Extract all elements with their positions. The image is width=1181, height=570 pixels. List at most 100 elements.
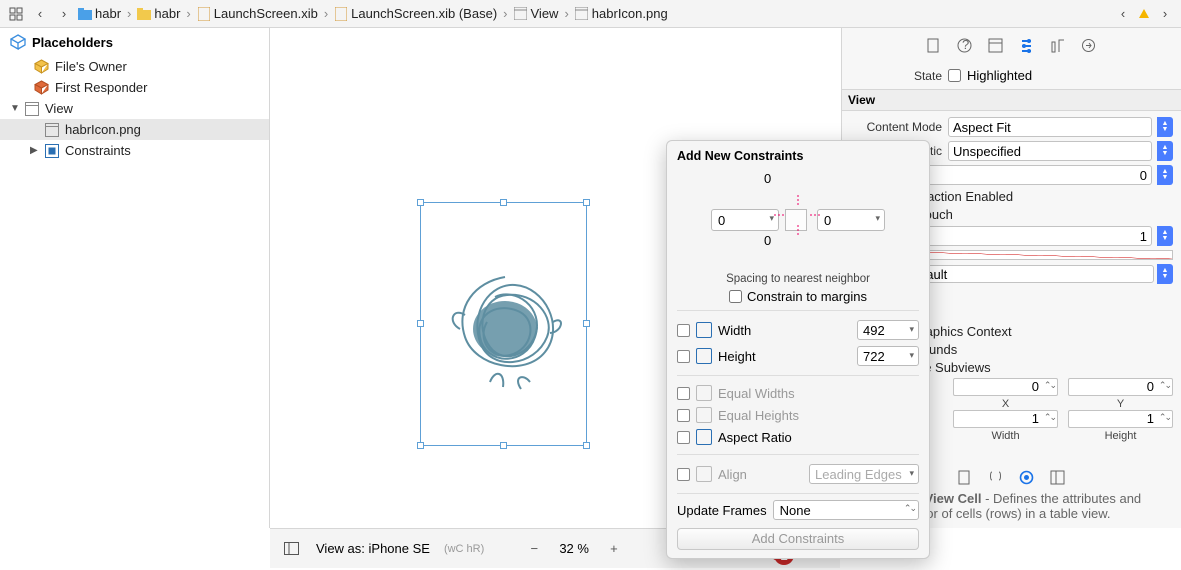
issues-prev-button[interactable]: ‹ [1113, 4, 1133, 24]
resize-handle[interactable] [417, 199, 424, 206]
height-checkbox[interactable] [677, 350, 690, 363]
image-label: habrIcon.png [65, 122, 141, 137]
zoom-out-button[interactable]: − [523, 538, 545, 560]
left-spacing-input[interactable]: 0 [711, 209, 779, 231]
aspect-ratio-row[interactable]: Aspect Ratio [677, 426, 919, 448]
issues-next-button[interactable]: › [1155, 4, 1175, 24]
y-field[interactable]: 0 [1068, 378, 1173, 396]
resize-handle[interactable] [583, 320, 590, 327]
align-icon [696, 466, 712, 482]
strut-top-icon [797, 195, 799, 205]
height-caption: Height [1105, 430, 1137, 442]
view-section-header: View [842, 89, 1181, 111]
constraints-label: Constraints [65, 143, 131, 158]
media-library-icon[interactable] [1050, 470, 1065, 488]
cube-icon [34, 80, 49, 95]
toggle-outline-icon[interactable] [280, 538, 302, 560]
file-template-icon[interactable] [958, 470, 972, 488]
aspect-ratio-label: Aspect Ratio [718, 430, 792, 445]
select-caret-icon[interactable]: ▲▼ [1157, 141, 1173, 161]
semantic-select[interactable]: Unspecified [948, 141, 1152, 161]
file-inspector-icon[interactable] [927, 38, 941, 56]
code-snippet-icon[interactable] [988, 470, 1003, 488]
width-value-input[interactable]: 492 [857, 320, 919, 340]
first-responder-label: First Responder [55, 80, 147, 95]
height-constraint-row[interactable]: Height 722 [677, 343, 919, 369]
equal-heights-row: Equal Heights [677, 404, 919, 426]
width-field[interactable]: 1 [953, 410, 1058, 428]
files-owner-row[interactable]: File's Owner [0, 56, 269, 77]
back-button[interactable]: ‹ [30, 4, 50, 24]
warning-icon[interactable] [1139, 9, 1149, 18]
crumb-3[interactable]: LaunchScreen.xib (Base) [334, 6, 497, 21]
left-value: 0 [718, 213, 725, 228]
resize-handle[interactable] [583, 442, 590, 449]
size-class-label: (wC hR) [444, 543, 484, 555]
select-caret-icon[interactable]: ▲▼ [1157, 117, 1173, 137]
aspect-ratio-checkbox[interactable] [677, 431, 690, 444]
size-inspector-icon[interactable] [1050, 38, 1065, 56]
grid-icon [9, 7, 23, 21]
width-checkbox[interactable] [677, 324, 690, 337]
height-icon [696, 348, 712, 364]
width-caption: Width [991, 430, 1019, 442]
zoom-in-button[interactable]: + [603, 538, 625, 560]
disclosure-icon[interactable]: ▶ [30, 145, 39, 156]
select-caret-icon[interactable]: ▲▼ [1157, 264, 1173, 284]
view-icon [514, 7, 528, 21]
resize-handle[interactable] [583, 199, 590, 206]
crumb-1[interactable]: habr [137, 6, 180, 21]
equal-heights-checkbox [677, 409, 690, 422]
first-responder-row[interactable]: First Responder [0, 77, 269, 98]
crumb-5[interactable]: habrIcon.png [575, 6, 668, 21]
image-row[interactable]: habrIcon.png [0, 119, 269, 140]
resize-handle[interactable] [500, 442, 507, 449]
stepper-icon[interactable]: ▲▼ [1157, 226, 1173, 246]
related-items-icon[interactable] [6, 4, 26, 24]
constrain-margins-checkbox[interactable] [729, 290, 742, 303]
connections-inspector-icon[interactable] [1081, 38, 1096, 56]
selected-view[interactable] [420, 202, 587, 446]
forward-button[interactable]: › [54, 4, 74, 24]
crumb-4[interactable]: View [514, 6, 559, 21]
tint-select[interactable]: Default [900, 265, 1154, 283]
bottom-spacing-input[interactable]: 0 [764, 233, 832, 248]
x-field[interactable]: 0 [953, 378, 1058, 396]
view-row[interactable]: ▼ View [0, 98, 269, 119]
help-inspector-icon[interactable]: ? [957, 38, 972, 56]
zoom-label[interactable]: 32 % [559, 541, 589, 556]
inspector-tabs: ? [850, 34, 1173, 64]
crumb-sep: › [186, 6, 190, 21]
update-frames-label: Update Frames [677, 503, 767, 518]
spacing-center-box [785, 209, 807, 231]
content-mode-select[interactable]: Aspect Fit [948, 117, 1152, 137]
crumb-2[interactable]: LaunchScreen.xib [197, 6, 318, 21]
identity-inspector-icon[interactable] [988, 38, 1003, 56]
state-label: State [850, 69, 942, 83]
popover-title: Add New Constraints [677, 149, 919, 163]
document-outline[interactable]: Placeholders File's Owner First Responde… [0, 28, 270, 528]
update-frames-select[interactable]: None [773, 500, 919, 520]
crumb-label: View [531, 6, 559, 21]
disclosure-icon[interactable]: ▼ [10, 103, 19, 114]
height-value: 1 [1147, 411, 1154, 426]
constraints-row[interactable]: ▶ Constraints [0, 140, 269, 161]
folder-icon [78, 7, 92, 21]
crumb-0[interactable]: habr [78, 6, 121, 21]
view-as-label[interactable]: View as: iPhone SE [316, 541, 430, 556]
right-spacing-input[interactable]: 0 [817, 209, 885, 231]
object-library-icon[interactable] [1019, 470, 1034, 488]
height-value-input[interactable]: 722 [857, 346, 919, 366]
width-constraint-row[interactable]: Width 492 [677, 317, 919, 343]
resize-handle[interactable] [500, 199, 507, 206]
resize-handle[interactable] [417, 320, 424, 327]
top-spacing-input[interactable]: 0 [764, 171, 832, 186]
crumb-sep: › [127, 6, 131, 21]
equal-widths-row: Equal Widths [677, 382, 919, 404]
attributes-inspector-icon[interactable] [1019, 38, 1034, 56]
height-field[interactable]: 1 [1068, 410, 1173, 428]
resize-handle[interactable] [417, 442, 424, 449]
stepper-icon[interactable]: ▲▼ [1157, 165, 1173, 185]
highlighted-checkbox[interactable] [948, 69, 961, 82]
add-constraints-button[interactable]: Add Constraints [677, 528, 919, 550]
